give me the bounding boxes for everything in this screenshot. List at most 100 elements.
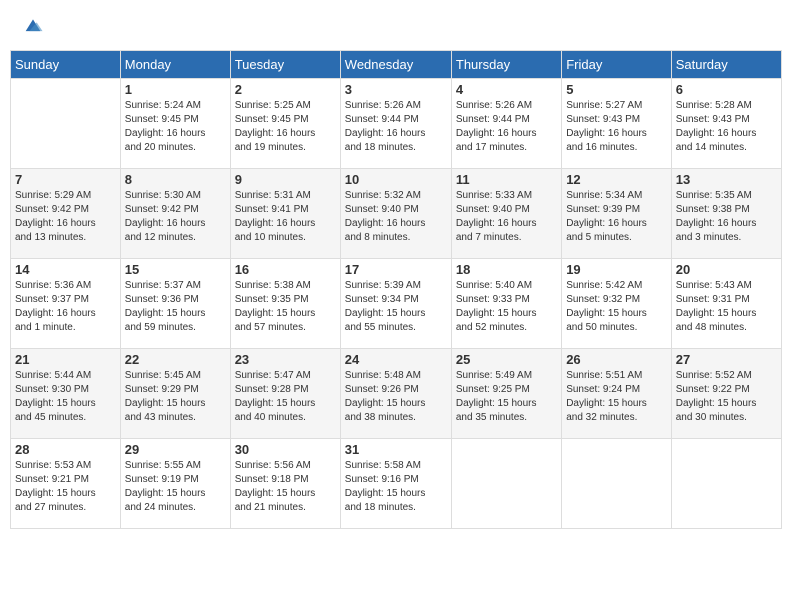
- calendar-cell: 3 Sunrise: 5:26 AM Sunset: 9:44 PM Daylig…: [340, 79, 451, 169]
- calendar-week-row: 14Sunrise: 5:36 AM Sunset: 9:37 PM Dayli…: [11, 259, 782, 349]
- day-info: Sunrise: 5:26 AM Sunset: 9:44 PM Dayligh…: [345, 99, 447, 155]
- calendar-cell: 5 Sunrise: 5:27 AM Sunset: 9:43 PM Daylig…: [562, 79, 672, 169]
- day-info: Sunrise: 5:43 AM Sunset: 9:31 PM Dayligh…: [676, 279, 777, 335]
- day-number: 31: [345, 442, 447, 457]
- day-info: Sunrise: 5:28 AM Sunset: 9:43 PM Dayligh…: [676, 99, 777, 155]
- calendar-cell: 22Sunrise: 5:45 AM Sunset: 9:29 PM Dayli…: [120, 349, 230, 439]
- calendar-cell: 29 Sunrise: 5:55 AM Sunset: 9:19 PM Dayli…: [120, 439, 230, 529]
- calendar-cell: 28 Sunrise: 5:53 AM Sunset: 9:21 PM Dayli…: [11, 439, 121, 529]
- calendar-cell: 25Sunrise: 5:49 AM Sunset: 9:25 PM Dayli…: [451, 349, 561, 439]
- day-number: 2: [235, 82, 336, 97]
- day-number: 7: [15, 172, 116, 187]
- day-of-week-header: Saturday: [671, 51, 781, 79]
- day-info: Sunrise: 5:55 AM Sunset: 9:19 PM Dayligh…: [125, 459, 226, 515]
- day-number: 15: [125, 262, 226, 277]
- calendar-week-row: 28 Sunrise: 5:53 AM Sunset: 9:21 PM Dayli…: [11, 439, 782, 529]
- calendar-cell: [451, 439, 561, 529]
- day-of-week-header: Sunday: [11, 51, 121, 79]
- calendar-cell: 10 Sunrise: 5:32 AM Sunset: 9:40 PM Dayli…: [340, 169, 451, 259]
- day-info: Sunrise: 5:26 AM Sunset: 9:44 PM Dayligh…: [456, 99, 557, 155]
- day-info: Sunrise: 5:30 AM Sunset: 9:42 PM Dayligh…: [125, 189, 226, 245]
- day-number: 26: [566, 352, 667, 367]
- day-number: 11: [456, 172, 557, 187]
- day-number: 22: [125, 352, 226, 367]
- day-of-week-header: Thursday: [451, 51, 561, 79]
- day-number: 30: [235, 442, 336, 457]
- day-info: Sunrise: 5:47 AM Sunset: 9:28 PM Dayligh…: [235, 369, 336, 425]
- day-number: 5: [566, 82, 667, 97]
- day-number: 12: [566, 172, 667, 187]
- day-number: 23: [235, 352, 336, 367]
- calendar-cell: 7 Sunrise: 5:29 AM Sunset: 9:42 PM Daylig…: [11, 169, 121, 259]
- calendar-cell: 18Sunrise: 5:40 AM Sunset: 9:33 PM Dayli…: [451, 259, 561, 349]
- header: [10, 10, 782, 42]
- day-number: 29: [125, 442, 226, 457]
- day-info: Sunrise: 5:51 AM Sunset: 9:24 PM Dayligh…: [566, 369, 667, 425]
- logo: [20, 15, 48, 37]
- day-info: Sunrise: 5:58 AM Sunset: 9:16 PM Dayligh…: [345, 459, 447, 515]
- day-number: 4: [456, 82, 557, 97]
- day-info: Sunrise: 5:27 AM Sunset: 9:43 PM Dayligh…: [566, 99, 667, 155]
- day-number: 6: [676, 82, 777, 97]
- day-info: Sunrise: 5:24 AM Sunset: 9:45 PM Dayligh…: [125, 99, 226, 155]
- day-info: Sunrise: 5:44 AM Sunset: 9:30 PM Dayligh…: [15, 369, 116, 425]
- calendar-week-row: 21 Sunrise: 5:44 AM Sunset: 9:30 PM Dayli…: [11, 349, 782, 439]
- day-number: 9: [235, 172, 336, 187]
- calendar-cell: 6 Sunrise: 5:28 AM Sunset: 9:43 PM Daylig…: [671, 79, 781, 169]
- day-number: 24: [345, 352, 447, 367]
- day-number: 18: [456, 262, 557, 277]
- calendar-cell: [11, 79, 121, 169]
- logo-icon: [22, 15, 44, 37]
- calendar-cell: 2 Sunrise: 5:25 AM Sunset: 9:45 PM Daylig…: [230, 79, 340, 169]
- day-number: 27: [676, 352, 777, 367]
- day-of-week-header: Wednesday: [340, 51, 451, 79]
- day-info: Sunrise: 5:25 AM Sunset: 9:45 PM Dayligh…: [235, 99, 336, 155]
- day-number: 16: [235, 262, 336, 277]
- day-number: 3: [345, 82, 447, 97]
- day-number: 13: [676, 172, 777, 187]
- day-info: Sunrise: 5:32 AM Sunset: 9:40 PM Dayligh…: [345, 189, 447, 245]
- calendar-week-row: 1Sunrise: 5:24 AM Sunset: 9:45 PM Daylig…: [11, 79, 782, 169]
- calendar-cell: [671, 439, 781, 529]
- day-info: Sunrise: 5:42 AM Sunset: 9:32 PM Dayligh…: [566, 279, 667, 335]
- day-info: Sunrise: 5:52 AM Sunset: 9:22 PM Dayligh…: [676, 369, 777, 425]
- day-number: 28: [15, 442, 116, 457]
- calendar-cell: 8Sunrise: 5:30 AM Sunset: 9:42 PM Daylig…: [120, 169, 230, 259]
- day-number: 21: [15, 352, 116, 367]
- day-info: Sunrise: 5:33 AM Sunset: 9:40 PM Dayligh…: [456, 189, 557, 245]
- day-of-week-header: Tuesday: [230, 51, 340, 79]
- day-info: Sunrise: 5:34 AM Sunset: 9:39 PM Dayligh…: [566, 189, 667, 245]
- calendar-cell: 4 Sunrise: 5:26 AM Sunset: 9:44 PM Daylig…: [451, 79, 561, 169]
- calendar-cell: 31 Sunrise: 5:58 AM Sunset: 9:16 PM Dayli…: [340, 439, 451, 529]
- calendar-cell: 21 Sunrise: 5:44 AM Sunset: 9:30 PM Dayli…: [11, 349, 121, 439]
- day-info: Sunrise: 5:29 AM Sunset: 9:42 PM Dayligh…: [15, 189, 116, 245]
- calendar-cell: 27 Sunrise: 5:52 AM Sunset: 9:22 PM Dayli…: [671, 349, 781, 439]
- calendar-cell: 11 Sunrise: 5:33 AM Sunset: 9:40 PM Dayli…: [451, 169, 561, 259]
- day-of-week-header: Friday: [562, 51, 672, 79]
- day-of-week-header: Monday: [120, 51, 230, 79]
- day-info: Sunrise: 5:38 AM Sunset: 9:35 PM Dayligh…: [235, 279, 336, 335]
- day-number: 25: [456, 352, 557, 367]
- day-number: 20: [676, 262, 777, 277]
- calendar-cell: 14Sunrise: 5:36 AM Sunset: 9:37 PM Dayli…: [11, 259, 121, 349]
- day-info: Sunrise: 5:53 AM Sunset: 9:21 PM Dayligh…: [15, 459, 116, 515]
- day-info: Sunrise: 5:36 AM Sunset: 9:37 PM Dayligh…: [15, 279, 116, 335]
- day-number: 10: [345, 172, 447, 187]
- calendar-cell: 12 Sunrise: 5:34 AM Sunset: 9:39 PM Dayli…: [562, 169, 672, 259]
- day-number: 17: [345, 262, 447, 277]
- calendar-week-row: 7 Sunrise: 5:29 AM Sunset: 9:42 PM Daylig…: [11, 169, 782, 259]
- calendar-header-row: SundayMondayTuesdayWednesdayThursdayFrid…: [11, 51, 782, 79]
- calendar-cell: 30 Sunrise: 5:56 AM Sunset: 9:18 PM Dayli…: [230, 439, 340, 529]
- day-info: Sunrise: 5:39 AM Sunset: 9:34 PM Dayligh…: [345, 279, 447, 335]
- calendar-cell: 13Sunrise: 5:35 AM Sunset: 9:38 PM Dayli…: [671, 169, 781, 259]
- day-info: Sunrise: 5:56 AM Sunset: 9:18 PM Dayligh…: [235, 459, 336, 515]
- calendar-cell: 24 Sunrise: 5:48 AM Sunset: 9:26 PM Dayli…: [340, 349, 451, 439]
- day-info: Sunrise: 5:48 AM Sunset: 9:26 PM Dayligh…: [345, 369, 447, 425]
- day-info: Sunrise: 5:37 AM Sunset: 9:36 PM Dayligh…: [125, 279, 226, 335]
- day-info: Sunrise: 5:31 AM Sunset: 9:41 PM Dayligh…: [235, 189, 336, 245]
- calendar-cell: 19Sunrise: 5:42 AM Sunset: 9:32 PM Dayli…: [562, 259, 672, 349]
- calendar-cell: [562, 439, 672, 529]
- calendar-cell: 1Sunrise: 5:24 AM Sunset: 9:45 PM Daylig…: [120, 79, 230, 169]
- calendar-cell: 17 Sunrise: 5:39 AM Sunset: 9:34 PM Dayli…: [340, 259, 451, 349]
- calendar-cell: 20 Sunrise: 5:43 AM Sunset: 9:31 PM Dayli…: [671, 259, 781, 349]
